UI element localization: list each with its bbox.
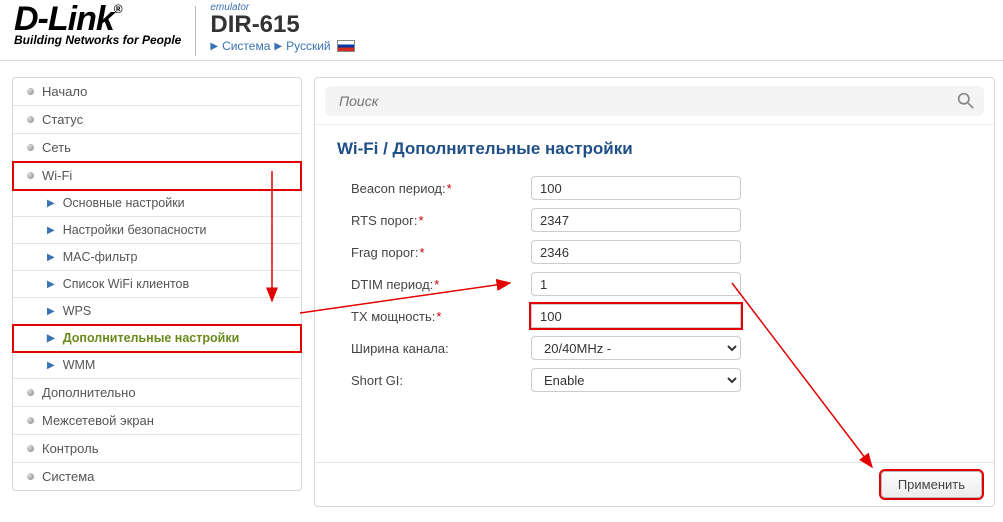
select-width[interactable]: 20/40MHz - xyxy=(531,336,741,360)
row-beacon: Beacon период: xyxy=(351,175,974,201)
chevron-right-icon: ▶ xyxy=(274,41,282,52)
sidebar-item-label: Статус xyxy=(42,112,83,127)
breadcrumb-language[interactable]: Русский xyxy=(286,39,331,53)
chevron-right-icon: ▶ xyxy=(47,252,55,263)
label-rts: RTS порог: xyxy=(351,213,531,228)
chevron-right-icon: ▶ xyxy=(47,225,55,236)
search-input[interactable] xyxy=(339,93,948,109)
input-dtim[interactable] xyxy=(531,272,741,296)
input-beacon[interactable] xyxy=(531,176,741,200)
sidebar-item-label: Дополнительные настройки xyxy=(63,331,240,345)
sidebar: Начало Статус Сеть Wi-Fi ▶ Основные наст… xyxy=(12,77,302,491)
input-txpower[interactable] xyxy=(531,304,741,328)
sidebar-item-label: Начало xyxy=(42,84,87,99)
row-frag: Frag порог: xyxy=(351,239,974,265)
sidebar-item-label: Сеть xyxy=(42,140,71,155)
sidebar-subitem-advanced[interactable]: ▶ Дополнительные настройки xyxy=(13,325,301,352)
header: D-Link® Building Networks for People emu… xyxy=(0,0,1003,61)
label-beacon: Beacon период: xyxy=(351,181,531,196)
bullet-icon xyxy=(27,116,34,123)
sidebar-item-control[interactable]: Контроль xyxy=(13,435,301,463)
chevron-right-icon: ▶ xyxy=(47,279,55,290)
bullet-icon xyxy=(27,172,34,179)
search-wrap xyxy=(315,78,994,125)
main-panel: Wi-Fi / Дополнительные настройки Beacon … xyxy=(314,77,995,507)
sidebar-subitem-security[interactable]: ▶ Настройки безопасности xyxy=(13,217,301,244)
bullet-icon xyxy=(27,417,34,424)
sidebar-item-label: WMM xyxy=(63,358,96,372)
label-width: Ширина канала: xyxy=(351,341,531,356)
sidebar-item-label: MAC-фильтр xyxy=(63,250,138,264)
chevron-right-icon: ▶ xyxy=(47,198,55,209)
sidebar-item-label: WPS xyxy=(63,304,91,318)
label-frag: Frag порог: xyxy=(351,245,531,260)
page-title: Wi-Fi / Дополнительные настройки xyxy=(315,125,994,175)
input-frag[interactable] xyxy=(531,240,741,264)
sidebar-item-label: Контроль xyxy=(42,441,98,456)
sidebar-item-home[interactable]: Начало xyxy=(13,78,301,106)
chevron-right-icon: ▶ xyxy=(210,41,218,52)
sidebar-subitem-wmm[interactable]: ▶ WMM xyxy=(13,352,301,379)
sidebar-item-label: Список WiFi клиентов xyxy=(63,277,189,291)
sidebar-subitem-macfilter[interactable]: ▶ MAC-фильтр xyxy=(13,244,301,271)
bullet-icon xyxy=(27,389,34,396)
bullet-icon xyxy=(27,445,34,452)
search-box[interactable] xyxy=(325,86,984,116)
bullet-icon xyxy=(27,88,34,95)
sidebar-item-label: Основные настройки xyxy=(63,196,185,210)
flag-russia-icon xyxy=(337,40,355,52)
row-txpower: TX мощность: xyxy=(351,303,974,329)
chevron-right-icon: ▶ xyxy=(47,306,55,317)
row-rts: RTS порог: xyxy=(351,207,974,233)
sidebar-item-system[interactable]: Система xyxy=(13,463,301,490)
sidebar-item-label: Wi-Fi xyxy=(42,168,72,183)
settings-form: Beacon период: RTS порог: Frag порог: DT… xyxy=(315,175,994,409)
breadcrumb-system[interactable]: Система xyxy=(222,39,270,53)
label-txpower: TX мощность: xyxy=(351,309,531,324)
sidebar-subitem-basic[interactable]: ▶ Основные настройки xyxy=(13,190,301,217)
sidebar-subitem-wps[interactable]: ▶ WPS xyxy=(13,298,301,325)
sidebar-item-additional[interactable]: Дополнительно xyxy=(13,379,301,407)
form-footer: Применить xyxy=(315,462,994,506)
sidebar-item-label: Настройки безопасности xyxy=(63,223,207,237)
sidebar-item-label: Межсетевой экран xyxy=(42,413,154,428)
label-shortgi: Short GI: xyxy=(351,373,531,388)
row-width: Ширина канала: 20/40MHz - xyxy=(351,335,974,361)
bullet-icon xyxy=(27,144,34,151)
input-rts[interactable] xyxy=(531,208,741,232)
logo: D-Link® Building Networks for People xyxy=(14,2,181,47)
model-name: DIR-615 xyxy=(210,13,354,37)
divider xyxy=(195,6,196,56)
bullet-icon xyxy=(27,473,34,480)
sidebar-item-label: Дополнительно xyxy=(42,385,136,400)
sidebar-item-firewall[interactable]: Межсетевой экран xyxy=(13,407,301,435)
apply-button[interactable]: Применить xyxy=(881,471,982,498)
row-shortgi: Short GI: Enable xyxy=(351,367,974,393)
select-shortgi[interactable]: Enable xyxy=(531,368,741,392)
sidebar-item-label: Система xyxy=(42,469,94,484)
content: Начало Статус Сеть Wi-Fi ▶ Основные наст… xyxy=(0,61,1003,517)
sidebar-subitem-clients[interactable]: ▶ Список WiFi клиентов xyxy=(13,271,301,298)
chevron-right-icon: ▶ xyxy=(47,360,55,371)
model-block: emulator DIR-615 ▶ Система ▶ Русский xyxy=(210,2,354,53)
sidebar-item-wifi[interactable]: Wi-Fi xyxy=(13,162,301,190)
logo-wordmark: D-Link® xyxy=(14,4,181,35)
chevron-right-icon: ▶ xyxy=(47,333,55,344)
search-icon xyxy=(957,92,974,109)
sidebar-item-network[interactable]: Сеть xyxy=(13,134,301,162)
row-dtim: DTIM период: xyxy=(351,271,974,297)
breadcrumb: ▶ Система ▶ Русский xyxy=(210,39,354,53)
label-dtim: DTIM период: xyxy=(351,277,531,292)
sidebar-item-status[interactable]: Статус xyxy=(13,106,301,134)
